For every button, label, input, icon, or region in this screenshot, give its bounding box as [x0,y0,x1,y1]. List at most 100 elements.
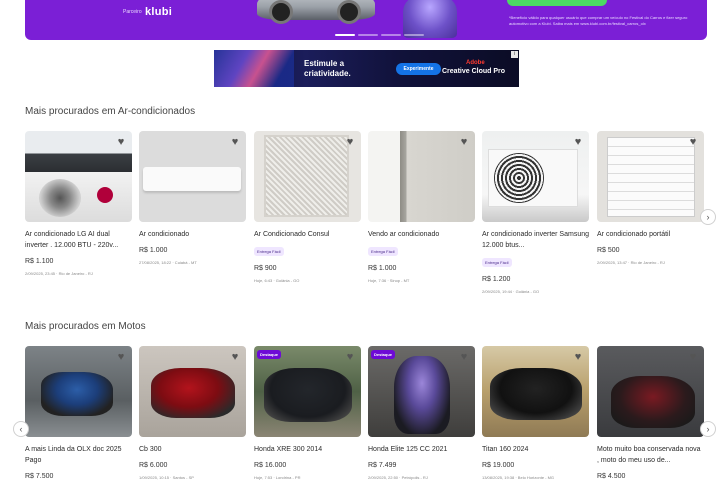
listing-price: R$ 1.000 [368,265,397,272]
listing-meta: Hoje, 6:43 · Goiânia - GO [254,278,300,283]
listing-title: Cb 300 [139,446,162,453]
listing-title: Moto muito boa conservada nova , moto do… [597,446,701,464]
listing-image: Destaque ♥ [368,346,475,437]
motorcycle-graphic [264,368,352,422]
listing-price: R$ 16.000 [254,462,287,469]
klubi-logo: klubi [145,6,173,18]
listing-image: ♥ [368,131,475,222]
listing-meta: Hoje, 7:36 · Sinop - MT [368,278,410,283]
ad-headline-2: criatividade. [304,69,351,78]
listing-meta: 2/09/2025, 23:45 · Rio de Janeiro - RJ [25,271,93,276]
highlight-badge: Destaque [257,350,282,359]
carousel-dots [335,34,424,36]
listing-card[interactable]: ♥ Moto muito boa conservada nova , moto … [597,346,704,480]
motorcycle-graphic [394,356,450,434]
listing-title: Ar condicionado LG AI dual inverter . 12… [25,231,119,249]
listing-title: A mais Linda da OLX doc 2025 Pago [25,446,122,464]
ac-grille-graphic [264,135,349,217]
favorite-heart-icon[interactable]: ♥ [228,350,242,364]
listing-price: R$ 6.000 [139,462,168,469]
favorite-heart-icon[interactable]: ♥ [457,350,471,364]
favorite-heart-icon[interactable]: ♥ [457,135,471,149]
favorite-heart-icon[interactable]: ♥ [571,135,585,149]
listing-meta: 13/08/2025, 19:38 · Belo Horizonte - MG [482,475,555,480]
motorcycle-graphic [41,372,113,416]
listing-card[interactable]: Destaque ♥ Honda Elite 125 CC 2021 R$ 7.… [368,346,475,480]
favorite-heart-icon[interactable]: ♥ [686,135,700,149]
listing-card[interactable]: ♥ Ar condicionado inverter Samsung 12.00… [482,131,589,294]
favorite-heart-icon[interactable]: ♥ [114,135,128,149]
listing-card[interactable]: Destaque ♥ Honda XRE 300 2014 R$ 16.000 … [254,346,361,480]
delivery-tag: Entrega Fácil [368,247,398,256]
listing-image: ♥ [482,346,589,437]
listing-meta: Hoje, 7:53 · Londrina - PR [254,475,301,480]
lg-logo [97,187,113,203]
motorcycle-graphic [490,368,582,420]
favorite-heart-icon[interactable]: ♥ [228,135,242,149]
listing-price: R$ 500 [597,247,620,254]
ad-headline-1: Estimule a [304,59,345,68]
adobe-logo: Adobe [466,60,485,66]
favorite-heart-icon[interactable]: ♥ [686,350,700,364]
motorcycle-graphic [151,368,235,418]
listing-title: Ar condicionado portátil [597,231,671,238]
promo-cta-button[interactable] [507,0,607,6]
listing-image: Destaque ♥ [254,346,361,437]
carousel-next-icon[interactable]: › [700,421,716,437]
carousel-dot[interactable] [358,34,378,36]
favorite-heart-icon[interactable]: ♥ [343,350,357,364]
favorite-heart-icon[interactable]: ♥ [343,135,357,149]
listing-price: R$ 7.500 [25,473,54,480]
ad-artwork [214,50,294,87]
listing-meta: 2/09/2025, 22:50 · Petrópolis - RJ [368,475,428,480]
listing-card[interactable]: ♥ Titan 160 2024 R$ 19.000 13/08/2025, 1… [482,346,589,480]
car-image [257,0,375,24]
section-title-motos: Mais procurados em Motos [25,321,146,332]
listing-title: Honda XRE 300 2014 [254,446,323,453]
listing-title: Ar Condicionado Consul [254,231,330,238]
ad-try-button[interactable]: Experimente [396,63,441,75]
listing-meta: 1/09/2025, 10:15 · Santos - SP [139,475,194,480]
listing-title: Titan 160 2024 [482,446,529,453]
listing-title: Ar condicionado inverter Samsung 12.000 … [482,231,590,249]
mascot-image [403,0,457,38]
listing-image: ♥ [25,131,132,222]
promo-fine-print: *Benefício válido para qualquer usuário … [509,15,688,26]
listing-meta: 2/09/2025, 19:44 · Goiânia - GO [482,289,540,294]
promo-sponsor-label: Parceiro [123,9,142,15]
promo-banner[interactable]: Parceiro klubi *Benefício válido para qu… [25,0,707,40]
listing-card[interactable]: ♥ Ar Condicionado Consul Entrega Fácil R… [254,131,361,283]
fan-graphic [39,179,81,217]
listing-card[interactable]: ♥ Ar condicionado LG AI dual inverter . … [25,131,132,276]
highlight-badge: Destaque [371,350,396,359]
carousel-dot[interactable] [404,34,424,36]
listing-card[interactable]: ♥ Cb 300 R$ 6.000 1/09/2025, 10:15 · San… [139,346,246,480]
listing-image: ♥ [254,131,361,222]
listing-price: R$ 1.100 [25,258,54,265]
carousel-prev-icon[interactable]: ‹ [13,421,29,437]
listing-price: R$ 1.200 [482,276,511,283]
listing-card[interactable]: ♥ Ar condicionado R$ 1.000 27/08/2025, 1… [139,131,246,265]
listing-card[interactable]: ♥ Ar condicionado portátil R$ 500 2/09/2… [597,131,704,265]
adobe-ad-banner[interactable]: Estimule a criatividade. Experimente Ado… [214,50,519,87]
favorite-heart-icon[interactable]: ♥ [114,350,128,364]
listing-price: R$ 900 [254,265,277,272]
listing-image: ♥ [139,131,246,222]
delivery-tag: Entrega Fácil [482,258,512,267]
listing-title: Ar condicionado [139,231,190,238]
motorcycle-graphic [611,376,695,428]
fan-graphic [494,153,544,203]
carousel-dot[interactable] [381,34,401,36]
listing-price: R$ 7.499 [368,462,397,469]
listing-title: Vendo ar condicionado [368,231,440,238]
favorite-heart-icon[interactable]: ♥ [571,350,585,364]
carousel-next-icon[interactable]: › [700,209,716,225]
adchoices-icon[interactable]: i [511,51,518,58]
listing-image: ♥ [25,346,132,437]
listing-image: ♥ [597,131,704,222]
listing-card[interactable]: ♥ Vendo ar condicionado Entrega Fácil R$… [368,131,475,283]
listing-title: Honda Elite 125 CC 2021 [368,446,448,453]
carousel-dot[interactable] [335,34,355,36]
listing-card[interactable]: ♥ A mais Linda da OLX doc 2025 Pago R$ 7… [25,346,132,480]
listing-price: R$ 4.500 [597,473,626,480]
